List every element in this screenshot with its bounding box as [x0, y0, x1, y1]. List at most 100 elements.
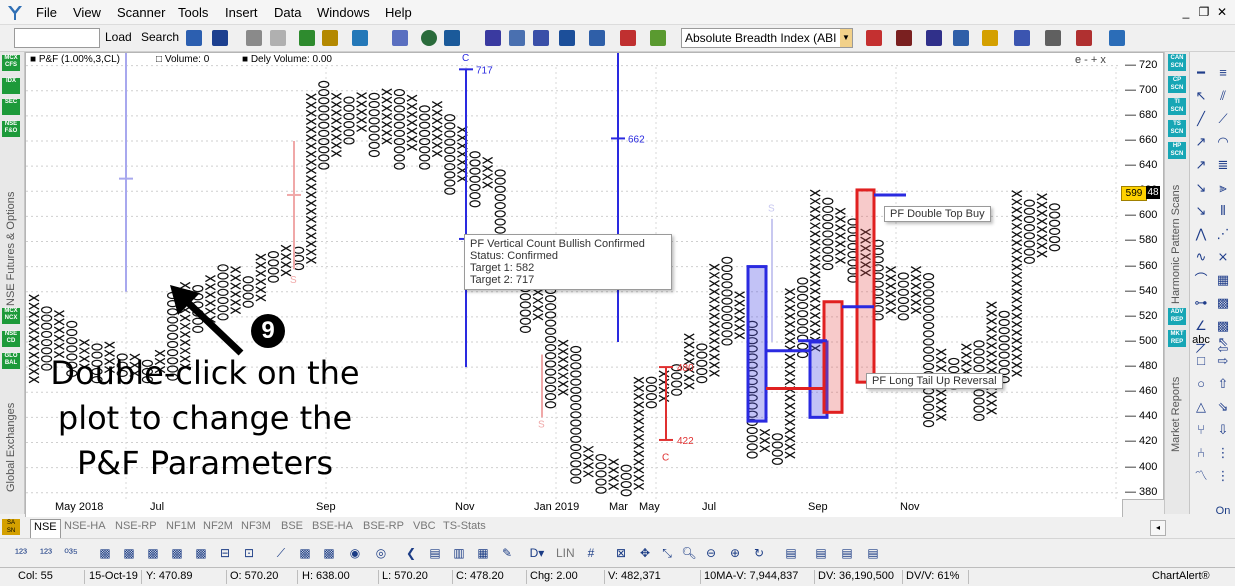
indicator-select[interactable]: Absolute Breadth Index (ABI ▼ — [681, 28, 853, 48]
vp-icon[interactable] — [531, 28, 551, 48]
tab-nse-rp[interactable]: NSE-RP — [112, 519, 160, 537]
load-button[interactable]: Load — [105, 30, 132, 44]
ti-scn-button[interactable]: TI SCN — [1168, 98, 1186, 115]
market-reports-label[interactable]: Market Reports — [1170, 352, 1182, 452]
chart-window-controls[interactable]: e - + x — [1075, 54, 1106, 66]
scale-icon[interactable]: ▦ — [474, 544, 492, 562]
rt-icon[interactable] — [1107, 28, 1127, 48]
tab-nse-ha[interactable]: NSE-HA — [61, 519, 109, 537]
zoom-icon[interactable]: 🔍︎ — [680, 544, 698, 562]
globe-bottom-icon[interactable]: ◉ — [346, 544, 364, 562]
price-axis[interactable]: — 720— 700— 680— 660— 640— 620— 600— 580… — [1121, 52, 1164, 500]
link-icon[interactable] — [390, 28, 410, 48]
pattern-b-icon[interactable]: ▩ — [120, 544, 138, 562]
pitchfork-icon[interactable] — [1012, 28, 1032, 48]
pattern-e-icon[interactable]: ▩ — [192, 544, 210, 562]
print-preview-icon[interactable] — [268, 28, 288, 48]
pattern-c-icon[interactable]: ▩ — [144, 544, 162, 562]
triangle-icon[interactable] — [1043, 28, 1063, 48]
data-icon[interactable] — [320, 28, 340, 48]
tab-ts-stats[interactable]: TS-Stats — [440, 519, 489, 537]
signal-icon[interactable] — [587, 28, 607, 48]
menu-help[interactable]: Help — [385, 5, 412, 20]
pf-chart-area[interactable]: 717582662480422CCSSS ■ P&F (1.00%,3,CL) … — [25, 52, 1123, 500]
menu-scanner[interactable]: Scanner — [117, 5, 165, 20]
search-button[interactable]: Search — [141, 30, 179, 44]
draw-a-icon[interactable]: ⟋ — [272, 544, 290, 562]
nse-futures-options-label[interactable]: NSE Futures & Options — [5, 144, 17, 306]
ts-scn-button[interactable]: TS SCN — [1168, 120, 1186, 137]
nse-fo-button[interactable]: NSE F&O — [2, 121, 20, 137]
adv-rep-button[interactable]: ADV REP — [1168, 308, 1186, 325]
layout-icon[interactable] — [442, 28, 462, 48]
tab-scroll-icon[interactable]: ◂ — [1150, 520, 1166, 536]
menu-windows[interactable]: Windows — [317, 5, 370, 20]
draw-c-icon[interactable]: ▩ — [320, 544, 338, 562]
zoom-in-icon[interactable]: ⊕ — [726, 544, 744, 562]
values-icon[interactable]: ⁰³⁵ — [62, 544, 80, 562]
chevron-down-icon[interactable]: ▼ — [840, 29, 852, 47]
restore-icon[interactable]: ❐ — [1196, 4, 1212, 20]
chart-settings-icon[interactable]: ▤ — [426, 544, 444, 562]
minimize-icon[interactable]: _ — [1178, 4, 1194, 20]
mcx-cfs-button[interactable]: MCX CFS — [2, 55, 20, 71]
record-icon[interactable]: ◎ — [372, 544, 390, 562]
pf-chart-icon[interactable] — [184, 28, 204, 48]
cp-scn-button[interactable]: CP SCN — [1168, 76, 1186, 93]
cw-tam-icon[interactable] — [924, 28, 944, 48]
numbers-icon[interactable]: ¹²³ — [12, 544, 30, 562]
globe-icon[interactable] — [419, 28, 439, 48]
pattern-a-icon[interactable]: ▩ — [96, 544, 114, 562]
menu-data[interactable]: Data — [274, 5, 301, 20]
numbers2-icon[interactable]: ¹²³ — [37, 544, 55, 562]
star-icon[interactable] — [980, 28, 1000, 48]
report-icon[interactable]: ▤ — [812, 544, 830, 562]
save-icon[interactable] — [210, 28, 230, 48]
idx-button[interactable]: IDX — [2, 78, 20, 94]
lin-icon[interactable]: LIN — [556, 544, 575, 562]
sector-icon[interactable]: SA SN — [2, 519, 20, 535]
mkt-rep-button[interactable]: MKT REP — [1168, 330, 1186, 347]
auto-fibo-icon[interactable] — [864, 28, 884, 48]
harmonic-pattern-scans-label[interactable]: Harmonic Pattern Scans — [1170, 164, 1182, 304]
report2-icon[interactable]: ▤ — [838, 544, 856, 562]
m-pvt-icon[interactable] — [894, 28, 914, 48]
sec-button[interactable]: SEC — [2, 99, 20, 115]
pattern-d-icon[interactable]: ▩ — [168, 544, 186, 562]
crosshair-icon[interactable]: ⊠ — [612, 544, 630, 562]
nse-cd-button[interactable]: NSE CD — [2, 331, 20, 347]
print-icon[interactable] — [244, 28, 264, 48]
tab-bse[interactable]: BSE — [278, 519, 306, 537]
volume-bars-icon[interactable] — [483, 28, 503, 48]
draw-b-icon[interactable]: ▩ — [296, 544, 314, 562]
signal-bars-icon[interactable] — [951, 28, 971, 48]
dw-icon[interactable] — [297, 28, 317, 48]
menu-view[interactable]: View — [73, 5, 101, 20]
menu-file[interactable]: File — [36, 5, 57, 20]
resize-icon[interactable]: ⤡ — [658, 544, 676, 562]
global-exchanges-label[interactable]: Global Exchanges — [5, 374, 17, 492]
abc-icon[interactable]: ✎ — [498, 544, 516, 562]
tab-nf3m[interactable]: NF3M — [238, 519, 274, 537]
symbol-search-input[interactable] — [14, 28, 100, 48]
wave-icon[interactable] — [507, 28, 527, 48]
menu-insert[interactable]: Insert — [225, 5, 258, 20]
candles-icon[interactable] — [1074, 28, 1094, 48]
report3-icon[interactable]: ▤ — [864, 544, 882, 562]
d-dropdown-icon[interactable]: D▾ — [528, 544, 546, 562]
tab-nf2m[interactable]: NF2M — [200, 519, 236, 537]
date-axis[interactable]: May 2018 Jul Sep Nov Jan 2019 Mar May Ju… — [25, 499, 1123, 518]
grid-toggle-icon[interactable]: # — [582, 544, 600, 562]
m-icon[interactable] — [350, 28, 370, 48]
tab-nse[interactable]: NSE — [30, 519, 61, 538]
tab-bse-ha[interactable]: BSE-HA — [309, 519, 356, 537]
fit-icon[interactable]: ⊟ — [216, 544, 234, 562]
hp-scn-button[interactable]: HP SCN — [1168, 142, 1186, 159]
tab-vbc[interactable]: VBC — [410, 519, 439, 537]
ma-icon[interactable] — [618, 28, 638, 48]
zoom-out-icon[interactable]: ⊖ — [702, 544, 720, 562]
refresh-icon[interactable]: ↻ — [750, 544, 768, 562]
settings-doc-icon[interactable]: ▤ — [782, 544, 800, 562]
prev-icon[interactable]: ❮ — [402, 544, 420, 562]
menu-tools[interactable]: Tools — [178, 5, 208, 20]
